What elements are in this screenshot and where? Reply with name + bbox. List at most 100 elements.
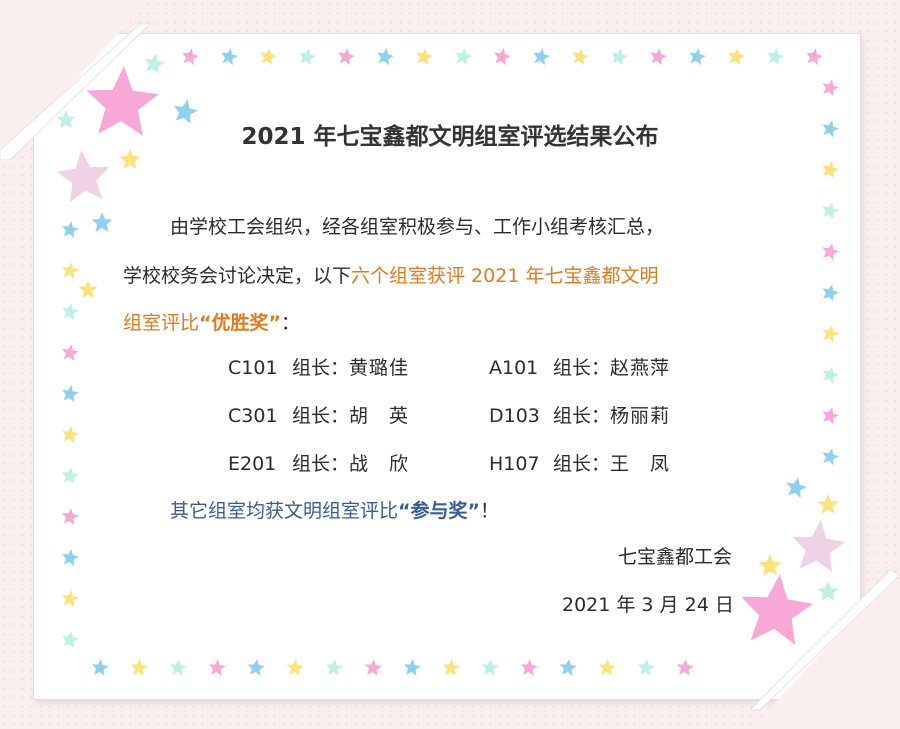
star-icon [62, 385, 79, 402]
winner-leader: 黄璐佳 [349, 357, 410, 379]
star-icon [62, 426, 79, 443]
intro-line-2: 学校校务会讨论决定，以下六个组室获评 2021 年七宝鑫都文明 [123, 261, 658, 288]
star-icon [767, 48, 784, 66]
winner-room: D103 [489, 405, 540, 427]
star-icon [792, 520, 846, 573]
winner-entry: C101 组长：黄璐佳 [228, 353, 409, 380]
participation-line: 其它组室均获文明组室评比“参与奖”！ [170, 496, 499, 523]
star-icon [806, 48, 823, 66]
star-icon [822, 407, 839, 425]
star-icon [119, 149, 141, 169]
winner-leader-label: 组长： [553, 405, 611, 427]
winner-entry: C301 组长：胡 英 [228, 401, 409, 428]
award-participation-label: “参与奖” [398, 500, 480, 522]
winner-room: C301 [228, 405, 278, 427]
star-icon [260, 48, 277, 66]
winner-leader: 王 凤 [610, 453, 671, 475]
star-icon [144, 53, 165, 74]
signature-org: 七宝鑫都工会 [618, 546, 733, 568]
star-icon [62, 590, 79, 607]
winner-leader: 胡 英 [349, 405, 410, 427]
star-icon [611, 48, 628, 66]
star-border [56, 48, 846, 676]
star-icon [822, 202, 839, 220]
star-icon [822, 161, 839, 179]
star-icon [208, 659, 226, 676]
star-icon [758, 554, 782, 576]
star-icon [299, 48, 316, 66]
star-icon [637, 659, 655, 676]
winner-leader: 赵燕萍 [610, 357, 671, 379]
winner-leader-label: 组长： [292, 453, 350, 475]
winner-room: A101 [489, 357, 539, 379]
participation-end: ！ [480, 500, 500, 522]
star-icon [130, 659, 148, 676]
winner-leader-label: 组长： [292, 405, 350, 427]
signature-date: 2021 年 3 月 24 日 [562, 594, 734, 616]
star-icon [91, 212, 113, 232]
star-icon [533, 48, 550, 66]
star-icon [786, 477, 807, 498]
winner-entry: E201 组长：战 欣 [228, 449, 409, 476]
star-icon [221, 48, 238, 66]
star-icon [598, 659, 616, 676]
winner-entry: H107 组长：王 凤 [489, 449, 670, 476]
star-icon [817, 494, 839, 514]
star-icon [689, 48, 706, 66]
intro-line-3-end: ： [281, 312, 301, 334]
intro-line-3-highlight: 组室评比 [123, 312, 200, 334]
winner-room: C101 [228, 357, 278, 379]
star-icon [416, 48, 433, 66]
award-winner-label: “优胜奖” [199, 312, 281, 334]
star-icon [455, 48, 472, 66]
participation-text: 其它组室均获文明组室评比 [170, 500, 399, 522]
winner-leader-label: 组长： [553, 453, 611, 475]
winner-room: E201 [228, 453, 277, 475]
star-icon [442, 659, 460, 676]
star-icon [572, 48, 589, 66]
star-icon [182, 48, 199, 66]
star-icon [247, 659, 265, 676]
star-icon [822, 243, 839, 261]
winner-room: H107 [489, 453, 540, 475]
star-icon [286, 659, 304, 676]
star-icon [817, 581, 839, 601]
star-icon [403, 659, 421, 676]
star-icon [62, 549, 79, 566]
star-icon [62, 467, 79, 484]
star-icon [377, 48, 394, 66]
winner-entry: D103 组长：杨丽莉 [489, 401, 670, 428]
winner-entry: A101 组长：赵燕萍 [489, 353, 670, 380]
star-icon [62, 221, 79, 238]
star-icon [91, 659, 109, 676]
star-icon [62, 344, 79, 361]
star-icon [62, 631, 79, 648]
intro-line-2-highlight: 六个组室获评 2021 年七宝鑫都文明 [351, 265, 659, 287]
star-icon [822, 366, 839, 384]
star-icon [822, 79, 839, 97]
star-icon [481, 659, 499, 676]
winner-leader: 杨丽莉 [610, 405, 671, 427]
star-icon [676, 659, 694, 676]
winner-leader: 战 欣 [349, 453, 410, 475]
star-icon [62, 262, 79, 279]
star-icon [62, 303, 79, 320]
star-icon [650, 48, 667, 66]
star-icon [822, 284, 839, 302]
winner-leader-label: 组长： [553, 357, 611, 379]
star-icon [325, 659, 343, 676]
star-icon [728, 48, 745, 66]
winner-leader-label: 组长： [292, 357, 350, 379]
star-icon [741, 574, 814, 645]
star-icon [520, 659, 538, 676]
star-icon [169, 659, 187, 676]
star-icon [559, 659, 577, 676]
star-icon [338, 48, 355, 66]
intro-line-3: 组室评比“优胜奖”： [123, 308, 300, 335]
star-icon [56, 150, 110, 203]
star-icon [822, 325, 839, 343]
star-icon [78, 280, 98, 299]
intro-line-1: 由学校工会组织，经各组室积极参与、工作小组考核汇总， [170, 216, 665, 238]
page-title: 2021 年七宝鑫都文明组室评选结果公布 [241, 124, 659, 150]
star-icon [822, 448, 839, 466]
